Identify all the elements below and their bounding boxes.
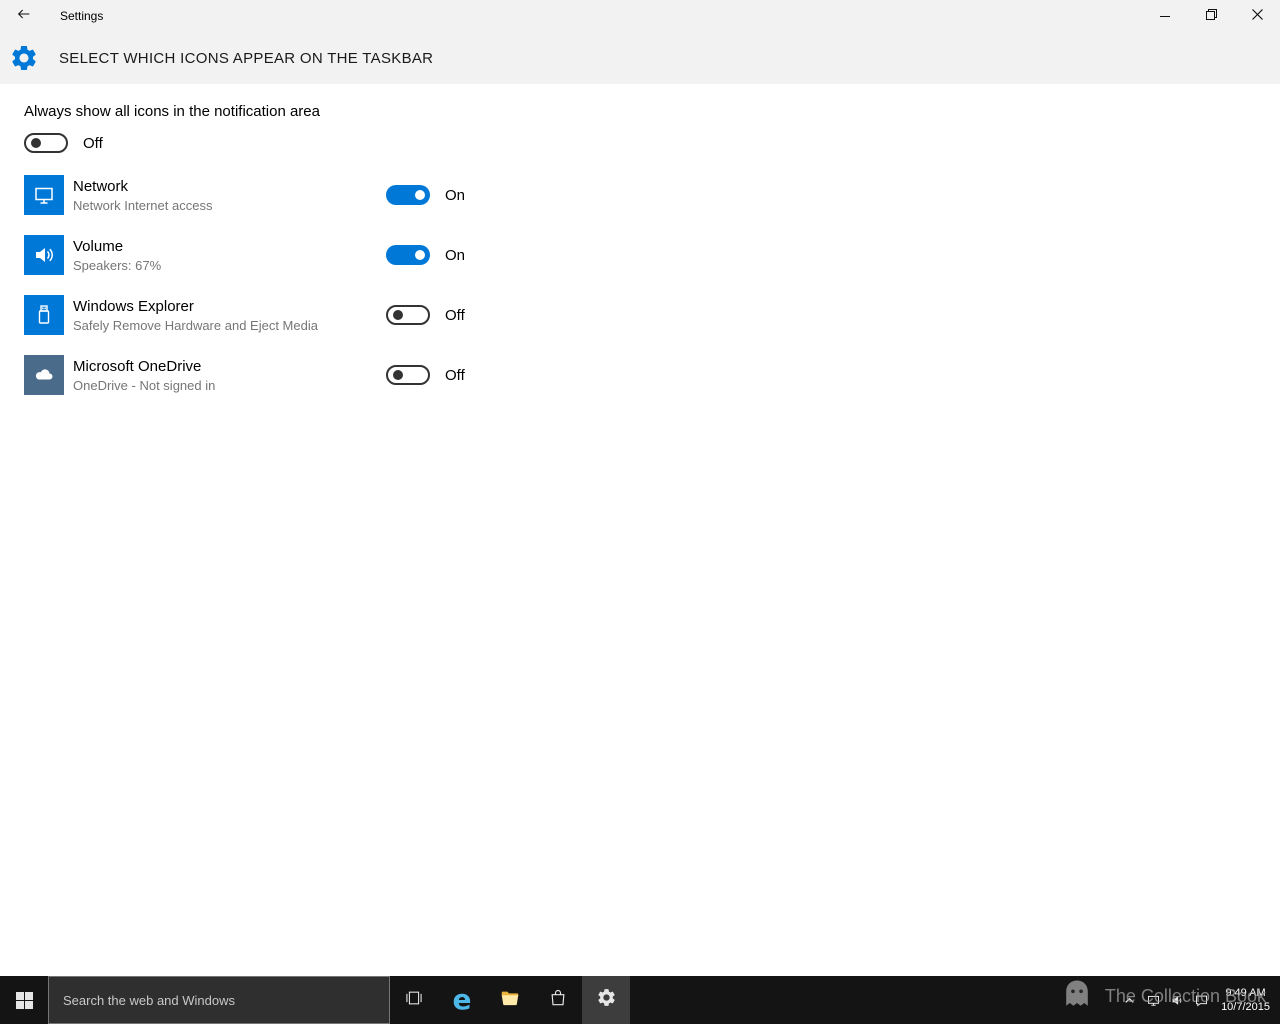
master-toggle-state: Off	[83, 134, 103, 152]
network-toggle-state: On	[445, 186, 466, 204]
list-item-volume: Volume Speakers: 67% On	[24, 235, 1256, 275]
windows-explorer-toggle-state: Off	[445, 306, 465, 324]
action-center-icon[interactable]	[1189, 976, 1213, 1024]
toggle-wrap: On	[386, 185, 475, 205]
clock-date: 10/7/2015	[1221, 1001, 1270, 1013]
restore-button[interactable]	[1188, 0, 1234, 32]
item-name: Volume	[73, 237, 124, 255]
item-texts: Volume Speakers: 67%	[73, 238, 386, 273]
windows-explorer-toggle[interactable]	[386, 305, 430, 325]
toggle-wrap: On	[386, 245, 475, 265]
list-item-onedrive: Microsoft OneDrive OneDrive - Not signed…	[24, 355, 1256, 395]
minimize-button[interactable]	[1142, 0, 1188, 32]
store-icon	[548, 988, 568, 1013]
list-item-windows-explorer: Windows Explorer Safely Remove Hardware …	[24, 295, 1256, 335]
main-content: Always show all icons in the notificatio…	[24, 84, 1256, 415]
network-icon	[24, 175, 64, 215]
close-button[interactable]	[1234, 0, 1280, 32]
system-tray: 9:49 AM 10/7/2015	[1117, 976, 1280, 1024]
window-controls	[1142, 0, 1280, 32]
file-explorer-icon	[499, 987, 521, 1014]
window-title: Settings	[60, 9, 104, 23]
task-view-icon	[404, 988, 424, 1013]
item-description: Safely Remove Hardware and Eject Media	[73, 317, 318, 333]
network-toggle[interactable]	[386, 185, 430, 205]
file-explorer-button[interactable]	[486, 976, 534, 1024]
search-input[interactable]	[49, 977, 389, 1023]
page-title: SELECT WHICH ICONS APPEAR ON THE TASKBAR	[59, 49, 434, 67]
back-button[interactable]	[0, 0, 48, 32]
list-item-network: Network Network Internet access On	[24, 175, 1256, 215]
volume-icon	[24, 235, 64, 275]
settings-taskbar-button[interactable]	[582, 976, 630, 1024]
item-name: Microsoft OneDrive	[73, 357, 202, 375]
task-view-button[interactable]	[390, 976, 438, 1024]
icon-list: Network Network Internet access On Volum…	[24, 175, 1256, 395]
item-name: Network	[73, 177, 129, 195]
settings-gear-icon	[9, 43, 39, 73]
start-button[interactable]	[0, 976, 48, 1024]
clock-time: 9:49 AM	[1225, 987, 1266, 999]
master-toggle-label: Always show all icons in the notificatio…	[24, 103, 320, 120]
taskbar: 9:49 AM 10/7/2015	[0, 976, 1280, 1024]
item-texts: Microsoft OneDrive OneDrive - Not signed…	[73, 358, 386, 393]
minimize-icon	[1160, 15, 1170, 17]
network-tray-icon[interactable]	[1141, 976, 1165, 1024]
onedrive-cloud-icon	[24, 355, 64, 395]
volume-toggle[interactable]	[386, 245, 430, 265]
item-texts: Windows Explorer Safely Remove Hardware …	[73, 298, 386, 333]
edge-icon	[453, 986, 472, 1014]
item-description: OneDrive - Not signed in	[73, 377, 216, 393]
usb-eject-icon	[24, 295, 64, 335]
item-texts: Network Network Internet access	[73, 178, 386, 213]
windows-logo-icon	[15, 991, 33, 1009]
item-description: Network Internet access	[73, 197, 213, 213]
store-button[interactable]	[534, 976, 582, 1024]
settings-taskbar-gear-icon	[596, 987, 617, 1013]
item-description: Speakers: 67%	[73, 257, 162, 273]
volume-tray-icon[interactable]	[1165, 976, 1189, 1024]
taskbar-clock[interactable]: 9:49 AM 10/7/2015	[1213, 986, 1280, 1014]
master-toggle-row: Off	[24, 133, 1256, 153]
onedrive-toggle[interactable]	[386, 365, 430, 385]
edge-button[interactable]	[438, 976, 486, 1024]
restore-icon	[1205, 7, 1217, 25]
master-toggle[interactable]	[24, 133, 68, 153]
close-icon	[1251, 7, 1263, 25]
page-header: SELECT WHICH ICONS APPEAR ON THE TASKBAR	[0, 32, 1280, 84]
toggle-wrap: Off	[386, 305, 475, 325]
taskbar-search	[48, 976, 390, 1024]
onedrive-toggle-state: Off	[445, 366, 465, 384]
chevron-up-icon[interactable]	[1117, 976, 1141, 1024]
toggle-wrap: Off	[386, 365, 475, 385]
item-name: Windows Explorer	[73, 297, 194, 315]
volume-toggle-state: On	[445, 246, 466, 264]
back-arrow-icon	[16, 6, 32, 27]
titlebar: Settings	[0, 0, 1280, 32]
